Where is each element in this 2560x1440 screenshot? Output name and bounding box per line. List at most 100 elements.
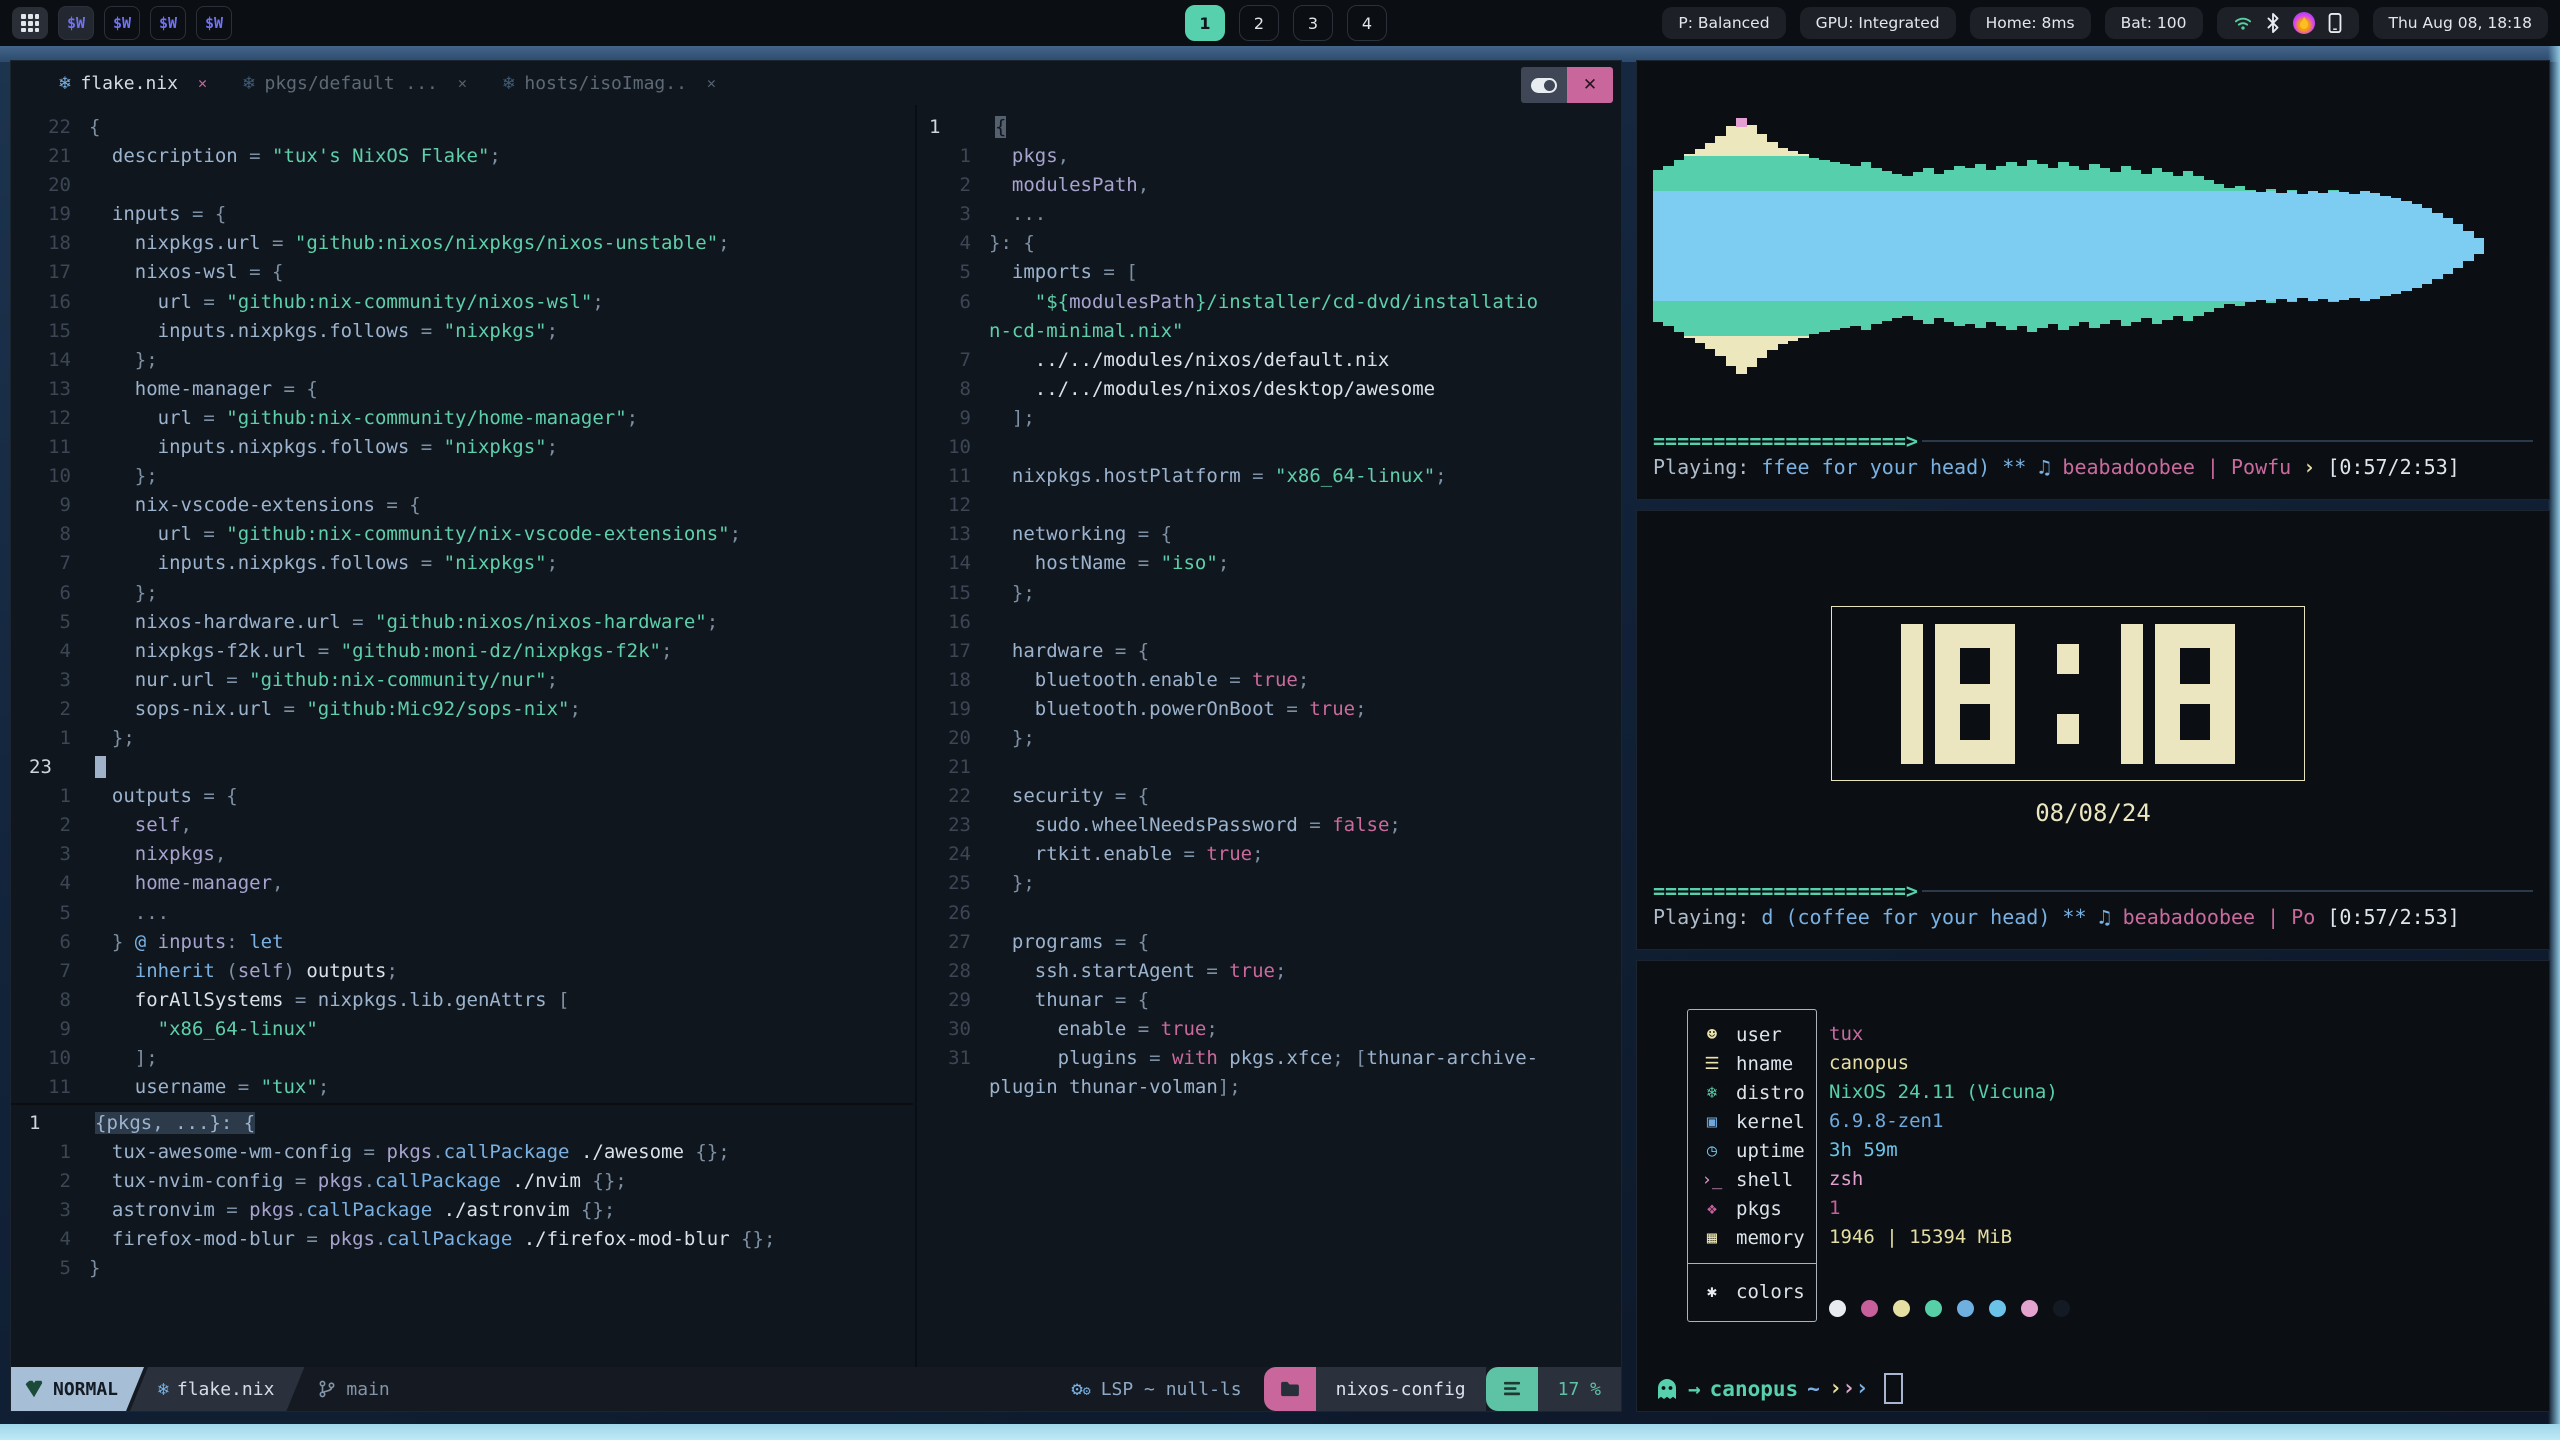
layout-button-1[interactable]: $W bbox=[58, 6, 94, 40]
code-line[interactable]: 19 inputs = { bbox=[23, 200, 909, 229]
code-line[interactable]: 8 forAllSystems = nixpkgs.lib.genAttrs [ bbox=[23, 986, 909, 1015]
code-line[interactable]: 9 "x86_64-linux" bbox=[23, 1015, 909, 1044]
code-line[interactable]: 27 programs = { bbox=[923, 928, 1617, 957]
code-line[interactable]: 23 sudo.wheelNeedsPassword = false; bbox=[923, 811, 1617, 840]
code-line[interactable]: 8 ../../modules/nixos/desktop/awesome bbox=[923, 375, 1617, 404]
code-line[interactable]: 18 bluetooth.enable = true; bbox=[923, 666, 1617, 695]
code-line[interactable]: 15 inputs.nixpkgs.follows = "nixpkgs"; bbox=[23, 317, 909, 346]
code-line[interactable]: 16 bbox=[923, 608, 1617, 637]
code-line[interactable]: 4}: { bbox=[923, 229, 1617, 258]
tab-hosts-isoImag-[interactable]: ❄hosts/isoImag..✕ bbox=[493, 61, 742, 105]
tag-2[interactable]: 2 bbox=[1239, 5, 1279, 41]
code-line[interactable]: 3 nixpkgs, bbox=[23, 840, 909, 869]
code-line[interactable]: 31 plugins = with pkgs.xfce; [thunar-arc… bbox=[923, 1044, 1617, 1073]
pill-battery[interactable]: Bat: 100 bbox=[2105, 7, 2203, 39]
code-line[interactable]: 21 description = "tux's NixOS Flake"; bbox=[23, 142, 909, 171]
code-line[interactable]: plugin thunar-volman]; bbox=[923, 1073, 1617, 1102]
clock-widget[interactable]: Thu Aug 08, 18:18 bbox=[2373, 7, 2548, 39]
code-line[interactable]: 3 astronvim = pkgs.callPackage ./astronv… bbox=[23, 1196, 909, 1225]
code-line[interactable]: 14 }; bbox=[23, 346, 909, 375]
code-line[interactable]: 4 home-manager, bbox=[23, 869, 909, 898]
code-line[interactable]: 1 outputs = { bbox=[23, 782, 909, 811]
code-line[interactable]: 17 nixos-wsl = { bbox=[23, 258, 909, 287]
code-line[interactable]: 2 sops-nix.url = "github:Mic92/sops-nix"… bbox=[23, 695, 909, 724]
code-line[interactable]: 13 home-manager = { bbox=[23, 375, 909, 404]
code-line[interactable]: 6 "${modulesPath}/installer/cd-dvd/insta… bbox=[923, 288, 1617, 317]
code-line[interactable]: 2 self, bbox=[23, 811, 909, 840]
code-line[interactable]: 14 hostName = "iso"; bbox=[923, 549, 1617, 578]
code-line[interactable]: 2 tux-nvim-config = pkgs.callPackage ./n… bbox=[23, 1167, 909, 1196]
code-line[interactable]: 20 bbox=[23, 171, 909, 200]
code-line[interactable]: 1 pkgs, bbox=[923, 142, 1617, 171]
code-line[interactable]: 11 inputs.nixpkgs.follows = "nixpkgs"; bbox=[23, 433, 909, 462]
code-line[interactable]: 1{ bbox=[923, 113, 1617, 142]
system-tray[interactable] bbox=[2217, 7, 2359, 39]
code-line[interactable]: 22{ bbox=[23, 113, 909, 142]
code-line[interactable]: 7 ../../modules/nixos/default.nix bbox=[923, 346, 1617, 375]
code-line[interactable]: 2 modulesPath, bbox=[923, 171, 1617, 200]
code-line[interactable]: 5 ... bbox=[23, 899, 909, 928]
tag-3[interactable]: 3 bbox=[1293, 5, 1333, 41]
code-line[interactable]: 4 firefox-mod-blur = pkgs.callPackage ./… bbox=[23, 1225, 909, 1254]
code-line[interactable]: 4 nixpkgs-f2k.url = "github:moni-dz/nixp… bbox=[23, 637, 909, 666]
code-line[interactable]: 7 inherit (self) outputs; bbox=[23, 957, 909, 986]
code-line[interactable]: 19 bluetooth.powerOnBoot = true; bbox=[923, 695, 1617, 724]
code-line[interactable]: 30 enable = true; bbox=[923, 1015, 1617, 1044]
layout-button-2[interactable]: $W bbox=[104, 6, 140, 40]
pill-network-latency[interactable]: Home: 8ms bbox=[1970, 7, 2091, 39]
code-line[interactable]: 1 tux-awesome-wm-config = pkgs.callPacka… bbox=[23, 1138, 909, 1167]
code-line[interactable]: 11 nixpkgs.hostPlatform = "x86_64-linux"… bbox=[923, 462, 1617, 491]
cwd-segment[interactable]: nixos-config bbox=[1316, 1367, 1486, 1411]
code-line[interactable]: 10 }; bbox=[23, 462, 909, 491]
code-line[interactable]: 13 networking = { bbox=[923, 520, 1617, 549]
code-line[interactable]: 17 hardware = { bbox=[923, 637, 1617, 666]
code-line[interactable]: 5 imports = [ bbox=[923, 258, 1617, 287]
code-line[interactable]: 24 rtkit.enable = true; bbox=[923, 840, 1617, 869]
code-line[interactable]: 11 username = "tux"; bbox=[23, 1073, 909, 1102]
code-line[interactable]: 6 }; bbox=[23, 579, 909, 608]
code-line[interactable]: 3 ... bbox=[923, 200, 1617, 229]
pill-power-profile[interactable]: P: Balanced bbox=[1662, 7, 1785, 39]
code-line[interactable]: 5} bbox=[23, 1254, 909, 1283]
tag-4[interactable]: 4 bbox=[1347, 5, 1387, 41]
code-line[interactable]: 6 } @ inputs: let bbox=[23, 928, 909, 957]
code-line[interactable]: 1 }; bbox=[23, 724, 909, 753]
layout-button-4[interactable]: $W bbox=[196, 6, 232, 40]
code-line[interactable]: 12 url = "github:nix-community/home-mana… bbox=[23, 404, 909, 433]
code-line[interactable]: 1{pkgs, ...}: { bbox=[23, 1109, 909, 1138]
tab-close-icon[interactable]: ✕ bbox=[707, 74, 716, 92]
code-line[interactable]: 28 ssh.startAgent = true; bbox=[923, 957, 1617, 986]
app-launcher-button[interactable] bbox=[12, 7, 48, 39]
code-line[interactable]: 5 nixos-hardware.url = "github:nixos/nix… bbox=[23, 608, 909, 637]
tab-close-icon[interactable]: ✕ bbox=[198, 74, 207, 92]
code-line[interactable]: 23 bbox=[23, 753, 909, 782]
tab-close-icon[interactable]: ✕ bbox=[458, 74, 467, 92]
tag-1[interactable]: 1 bbox=[1185, 5, 1225, 41]
shell-prompt[interactable]: → canopus ~ ››› bbox=[1655, 1373, 1903, 1404]
window-close-button[interactable]: ✕ bbox=[1567, 67, 1613, 103]
window-toggle-button[interactable] bbox=[1521, 67, 1567, 103]
code-line[interactable]: 3 nur.url = "github:nix-community/nur"; bbox=[23, 666, 909, 695]
code-line[interactable]: 9 nix-vscode-extensions = { bbox=[23, 491, 909, 520]
code-line[interactable]: 29 thunar = { bbox=[923, 986, 1617, 1015]
code-line[interactable]: n-cd-minimal.nix" bbox=[923, 317, 1617, 346]
layout-button-3[interactable]: $W bbox=[150, 6, 186, 40]
tab-pkgs-default-[interactable]: ❄pkgs/default ...✕ bbox=[233, 61, 493, 105]
code-line[interactable]: 7 inputs.nixpkgs.follows = "nixpkgs"; bbox=[23, 549, 909, 578]
code-line[interactable]: 10 ]; bbox=[23, 1044, 909, 1073]
code-line[interactable]: 16 url = "github:nix-community/nixos-wsl… bbox=[23, 288, 909, 317]
code-line[interactable]: 26 bbox=[923, 899, 1617, 928]
code-line[interactable]: 18 nixpkgs.url = "github:nixos/nixpkgs/n… bbox=[23, 229, 909, 258]
code-line[interactable]: 9 ]; bbox=[923, 404, 1617, 433]
code-line[interactable]: 22 security = { bbox=[923, 782, 1617, 811]
tab-flake-nix[interactable]: ❄flake.nix✕ bbox=[49, 61, 233, 105]
code-line[interactable]: 12 bbox=[923, 491, 1617, 520]
code-line[interactable]: 25 }; bbox=[923, 869, 1617, 898]
code-line[interactable]: 8 url = "github:nix-community/nix-vscode… bbox=[23, 520, 909, 549]
pill-gpu-status[interactable]: GPU: Integrated bbox=[1800, 7, 1956, 39]
horizontal-split-divider[interactable] bbox=[11, 1103, 913, 1105]
vertical-split-divider[interactable] bbox=[915, 105, 917, 1369]
code-line[interactable]: 21 bbox=[923, 753, 1617, 782]
code-line[interactable]: 15 }; bbox=[923, 579, 1617, 608]
code-line[interactable]: 10 bbox=[923, 433, 1617, 462]
